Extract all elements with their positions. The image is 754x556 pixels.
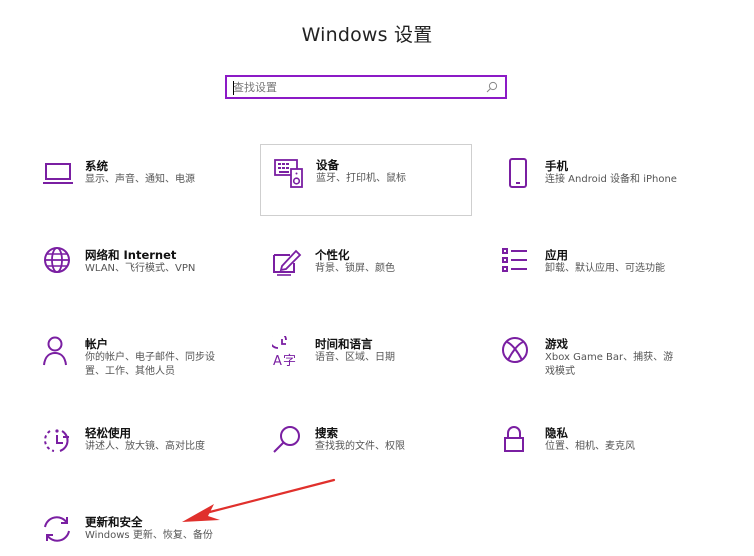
tile-personalization[interactable]: 个性化 背景、锁屏、颜色 [272, 247, 484, 319]
tile-desc: 你的帐户、电子邮件、同步设置、工作、其他人员 [85, 352, 215, 377]
annotation-arrow [182, 478, 336, 522]
time-language-icon: A 字 [272, 336, 304, 368]
svg-text:A: A [273, 354, 282, 368]
tile-name: 设备 [316, 158, 339, 172]
tile-privacy[interactable]: 隐私 位置、相机、麦克风 [502, 425, 714, 497]
lock-icon [502, 425, 534, 457]
tile-name: 时间和语言 [315, 337, 373, 351]
person-icon [42, 336, 74, 368]
tile-desc: 连接 Android 设备和 iPhone [545, 174, 677, 185]
ease-of-access-icon [42, 425, 74, 457]
phone-icon [502, 158, 534, 190]
tile-desc: Windows 更新、恢复、备份 [85, 530, 213, 541]
pen-tablet-icon [272, 247, 304, 279]
tile-network[interactable]: 网络和 Internet WLAN、飞行模式、VPN [42, 247, 254, 319]
svg-text:字: 字 [283, 354, 296, 368]
tile-desc: 语音、区域、日期 [315, 352, 395, 363]
tile-name: 更新和安全 [85, 515, 143, 529]
tile-name: 隐私 [545, 426, 568, 440]
globe-icon [42, 247, 74, 279]
tile-desc: 讲述人、放大镜、高对比度 [85, 441, 205, 452]
tile-name: 应用 [545, 248, 568, 262]
tile-desc: 蓝牙、打印机、鼠标 [316, 173, 406, 184]
tile-desc: 卸载、默认应用、可选功能 [545, 263, 665, 274]
magnifier-icon [486, 81, 498, 93]
xbox-icon [502, 336, 534, 368]
tile-desc: WLAN、飞行模式、VPN [85, 263, 196, 274]
tile-devices[interactable]: 设备 蓝牙、打印机、鼠标 [260, 144, 472, 216]
monitor-icon [42, 158, 74, 190]
tile-accounts[interactable]: 帐户 你的帐户、电子邮件、同步设置、工作、其他人员 [42, 336, 254, 408]
tile-name: 网络和 Internet [85, 248, 177, 262]
tile-name: 系统 [85, 159, 108, 173]
tile-system[interactable]: 系统 显示、声音、通知、电源 [42, 158, 254, 230]
tile-name: 手机 [545, 159, 568, 173]
tile-name: 搜索 [315, 426, 338, 440]
tile-apps[interactable]: 应用 卸载、默认应用、可选功能 [502, 247, 714, 319]
tile-desc: 查找我的文件、权限 [315, 441, 405, 452]
page-title: Windows 设置 [301, 24, 433, 46]
tile-gaming[interactable]: 游戏 Xbox Game Bar、捕获、游戏模式 [502, 336, 714, 408]
tile-name: 帐户 [85, 337, 108, 351]
tile-name: 游戏 [545, 337, 568, 351]
tile-desc: 位置、相机、麦克风 [545, 441, 635, 452]
tile-desc: 显示、声音、通知、电源 [85, 174, 195, 185]
search-box[interactable] [225, 75, 507, 99]
keyboard-speaker-icon [273, 157, 305, 189]
app-list-icon [502, 247, 534, 279]
tile-phone[interactable]: 手机 连接 Android 设备和 iPhone [502, 158, 714, 230]
search-icon [272, 425, 304, 457]
tile-name: 个性化 [315, 248, 350, 262]
refresh-icon [42, 514, 74, 546]
tile-time-language[interactable]: A 字 时间和语言 语音、区域、日期 [272, 336, 484, 408]
search-input[interactable] [233, 79, 473, 95]
tile-desc: 背景、锁屏、颜色 [315, 263, 395, 274]
text-cursor [233, 81, 234, 95]
tile-name: 轻松使用 [85, 426, 131, 440]
tile-desc: Xbox Game Bar、捕获、游戏模式 [545, 352, 674, 377]
